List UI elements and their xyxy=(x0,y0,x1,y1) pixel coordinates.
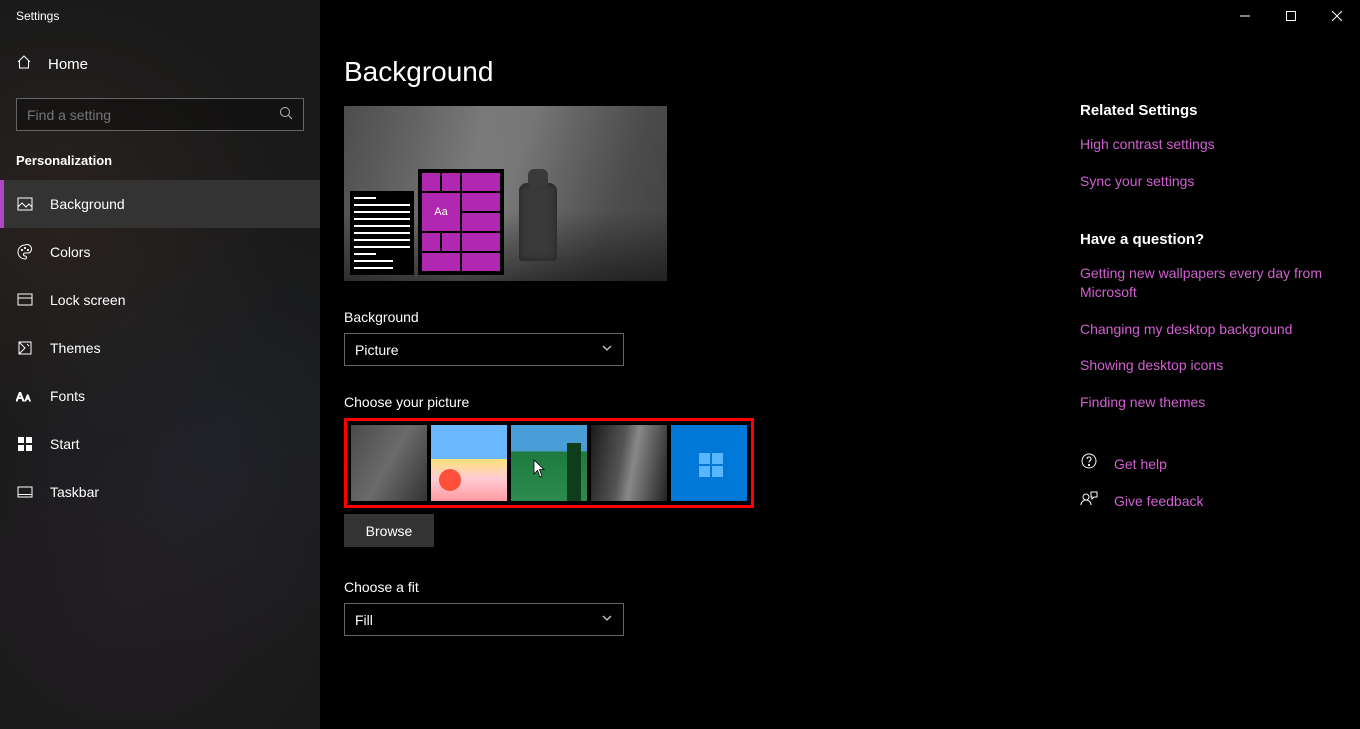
choose-picture-label: Choose your picture xyxy=(344,394,1056,410)
lockscreen-icon xyxy=(16,292,34,308)
mouse-cursor-icon xyxy=(533,459,547,479)
picture-thumb-2[interactable] xyxy=(431,425,507,501)
sidebar-item-label: Lock screen xyxy=(50,292,125,308)
maximize-button[interactable] xyxy=(1268,0,1314,32)
sidebar-item-label: Colors xyxy=(50,244,90,260)
background-dropdown-value: Picture xyxy=(355,342,399,358)
background-dropdown[interactable]: Picture xyxy=(344,333,624,366)
picture-thumb-5[interactable] xyxy=(671,425,747,501)
svg-text:A: A xyxy=(25,394,31,403)
sidebar-item-themes[interactable]: Themes xyxy=(0,324,320,372)
link-finding-themes[interactable]: Finding new themes xyxy=(1080,393,1336,412)
fit-dropdown-value: Fill xyxy=(355,612,373,628)
link-getting-wallpapers[interactable]: Getting new wallpapers every day from Mi… xyxy=(1080,264,1336,302)
svg-text:A: A xyxy=(16,390,24,403)
sidebar-item-label: Taskbar xyxy=(50,484,99,500)
get-help-row: Get help xyxy=(1080,452,1336,475)
sidebar-item-label: Themes xyxy=(50,340,101,356)
home-button[interactable]: Home xyxy=(0,40,320,88)
titlebar: Settings xyxy=(0,0,1360,32)
search-box[interactable] xyxy=(16,98,304,131)
sidebar: Home Personalization Background Colors L… xyxy=(0,0,320,729)
content-column: Background Aa xyxy=(320,32,1080,729)
picture-thumb-4[interactable] xyxy=(591,425,667,501)
preview-accent-tile: Aa xyxy=(422,193,460,231)
preview-start-list xyxy=(350,191,414,275)
picture-thumbnails xyxy=(351,425,747,501)
page-title: Background xyxy=(344,56,1056,88)
picture-row-highlight xyxy=(344,418,754,508)
fit-dropdown[interactable]: Fill xyxy=(344,603,624,636)
picture-thumb-3[interactable] xyxy=(511,425,587,501)
palette-icon xyxy=(16,244,34,260)
search-input[interactable] xyxy=(27,107,279,123)
picture-thumb-1[interactable] xyxy=(351,425,427,501)
themes-icon xyxy=(16,340,34,356)
fit-label: Choose a fit xyxy=(344,579,1056,595)
preview-start-tiles: Aa xyxy=(418,169,504,275)
sidebar-item-label: Start xyxy=(50,436,80,452)
picture-icon xyxy=(16,196,34,212)
minimize-button[interactable] xyxy=(1222,0,1268,32)
question-links: Getting new wallpapers every day from Mi… xyxy=(1080,264,1336,412)
sidebar-item-start[interactable]: Start xyxy=(0,420,320,468)
window-title: Settings xyxy=(16,9,59,23)
related-settings-heading: Related Settings xyxy=(1080,102,1336,119)
sidebar-item-colors[interactable]: Colors xyxy=(0,228,320,276)
start-icon xyxy=(16,436,34,452)
link-changing-background[interactable]: Changing my desktop background xyxy=(1080,320,1336,339)
question-heading: Have a question? xyxy=(1080,231,1336,248)
related-links: High contrast settings Sync your setting… xyxy=(1080,135,1336,191)
taskbar-icon xyxy=(16,484,34,500)
search-icon xyxy=(279,106,293,123)
link-high-contrast[interactable]: High contrast settings xyxy=(1080,135,1336,154)
fonts-icon: AA xyxy=(16,389,34,403)
link-give-feedback[interactable]: Give feedback xyxy=(1114,493,1204,509)
background-label: Background xyxy=(344,309,1056,325)
window-controls xyxy=(1222,0,1360,32)
sidebar-item-taskbar[interactable]: Taskbar xyxy=(0,468,320,516)
main-area: Background Aa xyxy=(320,0,1360,729)
help-icon xyxy=(1080,452,1098,475)
chevron-down-icon xyxy=(601,612,613,627)
right-column: Related Settings High contrast settings … xyxy=(1080,32,1360,729)
link-showing-icons[interactable]: Showing desktop icons xyxy=(1080,356,1336,375)
sidebar-item-fonts[interactable]: AA Fonts xyxy=(0,372,320,420)
desktop-preview: Aa xyxy=(344,106,667,281)
give-feedback-row: Give feedback xyxy=(1080,489,1336,512)
preview-start-overlay: Aa xyxy=(350,169,504,275)
sidebar-item-label: Fonts xyxy=(50,388,85,404)
sidebar-item-lockscreen[interactable]: Lock screen xyxy=(0,276,320,324)
chevron-down-icon xyxy=(601,342,613,357)
preview-wallpaper-figure xyxy=(519,183,557,261)
sidebar-group-header: Personalization xyxy=(0,131,320,180)
browse-button[interactable]: Browse xyxy=(344,514,434,547)
sidebar-item-background[interactable]: Background xyxy=(0,180,320,228)
link-get-help[interactable]: Get help xyxy=(1114,456,1167,472)
link-sync-settings[interactable]: Sync your settings xyxy=(1080,172,1336,191)
sidebar-item-label: Background xyxy=(50,196,125,212)
close-button[interactable] xyxy=(1314,0,1360,32)
feedback-icon xyxy=(1080,489,1098,512)
home-label: Home xyxy=(48,56,88,73)
home-icon xyxy=(16,54,32,75)
